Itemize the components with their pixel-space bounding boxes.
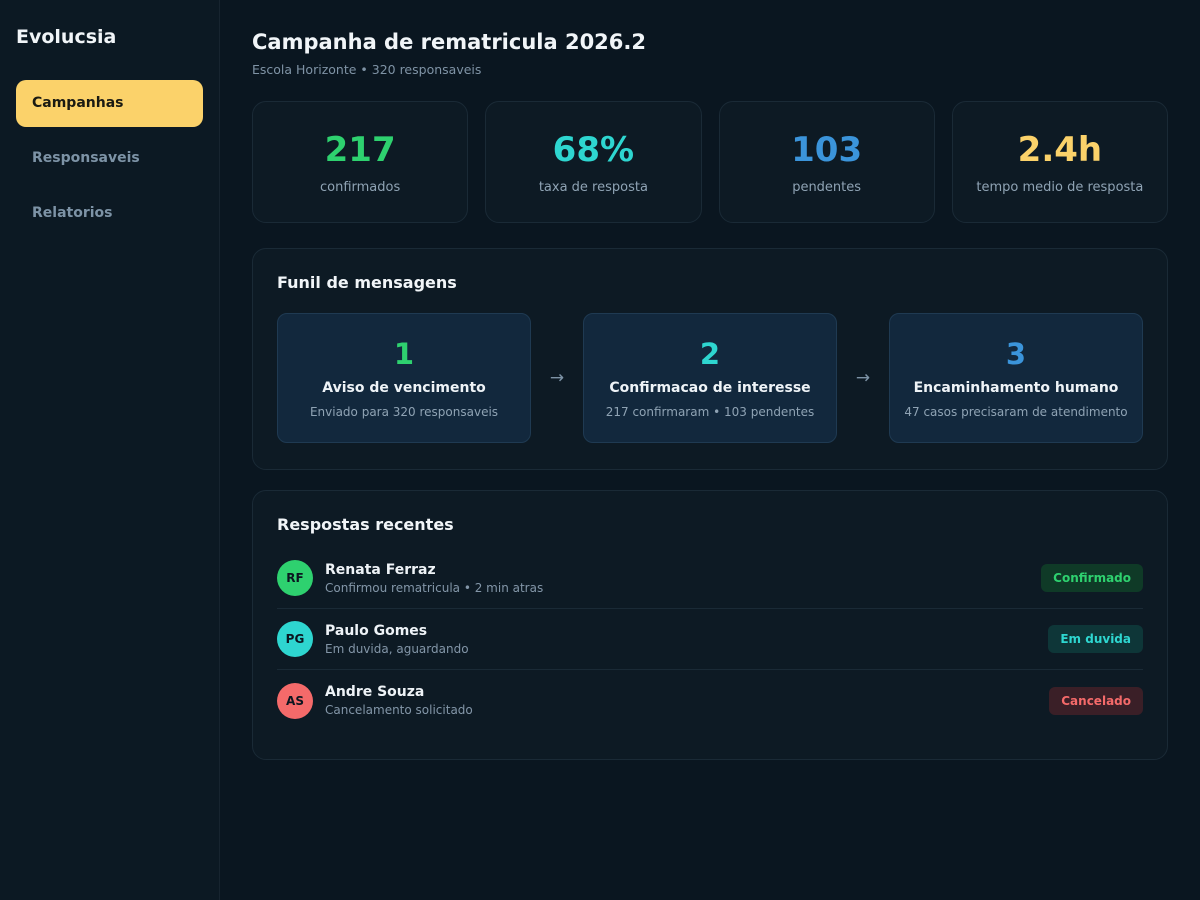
sidebar-item-responsaveis[interactable]: Responsaveis (16, 135, 203, 182)
table-row[interactable]: AS Andre Souza Cancelamento solicitado C… (277, 670, 1143, 731)
stat-value: 68% (552, 130, 635, 170)
step-description: Enviado para 320 responsaveis (309, 405, 499, 419)
step-description: 217 confirmaram • 103 pendentes (605, 405, 815, 419)
avatar: RF (277, 560, 313, 596)
stat-card-tempo-medio: 2.4h tempo medio de resposta (951, 101, 1168, 223)
person-note: Cancelamento solicitado (325, 703, 473, 717)
step-number: 1 (393, 337, 415, 371)
person-info: Andre Souza Cancelamento solicitado (325, 684, 1049, 717)
step-title: Encaminhamento humano (913, 380, 1119, 396)
sidebar-item-relatorios[interactable]: Relatorios (16, 190, 203, 237)
stats-row: 217 confirmados 68% taxa de resposta 103… (252, 101, 1168, 223)
app-shell: Evolucsia Campanhas Responsaveis Relator… (0, 0, 1200, 900)
table-row[interactable]: PG Paulo Gomes Em duvida, aguardando Em … (277, 609, 1143, 670)
main-content: Campanha de rematricula 2026.2 Escola Ho… (220, 0, 1200, 900)
page-subtitle: Escola Horizonte • 320 responsaveis (252, 62, 482, 77)
funnel-title: Funil de mensagens (277, 273, 457, 292)
person-info: Renata Ferraz Confirmou rematricula • 2 … (325, 562, 1041, 595)
step-title: Confirmacao de interesse (609, 380, 811, 396)
page-title: Campanha de rematricula 2026.2 (252, 30, 646, 54)
sidebar: Evolucsia Campanhas Responsaveis Relator… (0, 0, 220, 900)
stat-label: confirmados (319, 180, 401, 195)
step-description: 47 casos precisaram de atendimento (904, 405, 1128, 419)
stat-value: 217 (324, 130, 396, 170)
status-badge: Confirmado (1041, 564, 1143, 592)
sidebar-item-campanhas[interactable]: Campanhas (16, 80, 203, 127)
stat-value: 103 (791, 130, 863, 170)
step-title: Aviso de vencimento (322, 380, 486, 396)
person-info: Paulo Gomes Em duvida, aguardando (325, 623, 1048, 656)
responses-title: Respostas recentes (277, 515, 454, 534)
funnel-step-2: 2 Confirmacao de interesse 217 confirmar… (583, 313, 837, 443)
person-name: Renata Ferraz (325, 561, 436, 578)
table-row[interactable]: RF Renata Ferraz Confirmou rematricula •… (277, 548, 1143, 609)
person-name: Andre Souza (325, 684, 425, 700)
stat-card-pendentes: 103 pendentes (718, 101, 935, 223)
stat-label: taxa de resposta (538, 180, 648, 195)
funnel-panel: Funil de mensagens 1 Aviso de vencimento… (252, 248, 1168, 470)
funnel-step-1: 1 Aviso de vencimento Enviado para 320 r… (277, 313, 531, 443)
arrow-right-icon: → (549, 368, 565, 388)
status-badge: Cancelado (1049, 686, 1143, 715)
stat-label: tempo medio de resposta (976, 180, 1144, 195)
avatar: PG (277, 621, 313, 657)
person-note: Confirmou rematricula • 2 min atras (325, 580, 544, 595)
stat-value: 2.4h (1017, 130, 1103, 170)
person-note: Em duvida, aguardando (325, 641, 469, 656)
stat-label: pendentes (792, 180, 862, 195)
funnel-steps: 1 Aviso de vencimento Enviado para 320 r… (277, 313, 1143, 443)
step-number: 3 (1005, 337, 1027, 371)
status-badge: Em duvida (1048, 625, 1143, 653)
recent-responses-panel: Respostas recentes RF Renata Ferraz Conf… (252, 490, 1168, 760)
funnel-step-3: 3 Encaminhamento humano 47 casos precisa… (889, 313, 1143, 443)
stat-card-confirmados: 217 confirmados (252, 101, 469, 223)
step-number: 2 (699, 337, 721, 371)
arrow-right-icon: → (855, 368, 871, 388)
stat-card-taxa-resposta: 68% taxa de resposta (485, 101, 702, 223)
avatar: AS (277, 682, 313, 719)
person-name: Paulo Gomes (325, 622, 428, 639)
brand-logo: Evolucsia (16, 26, 117, 48)
